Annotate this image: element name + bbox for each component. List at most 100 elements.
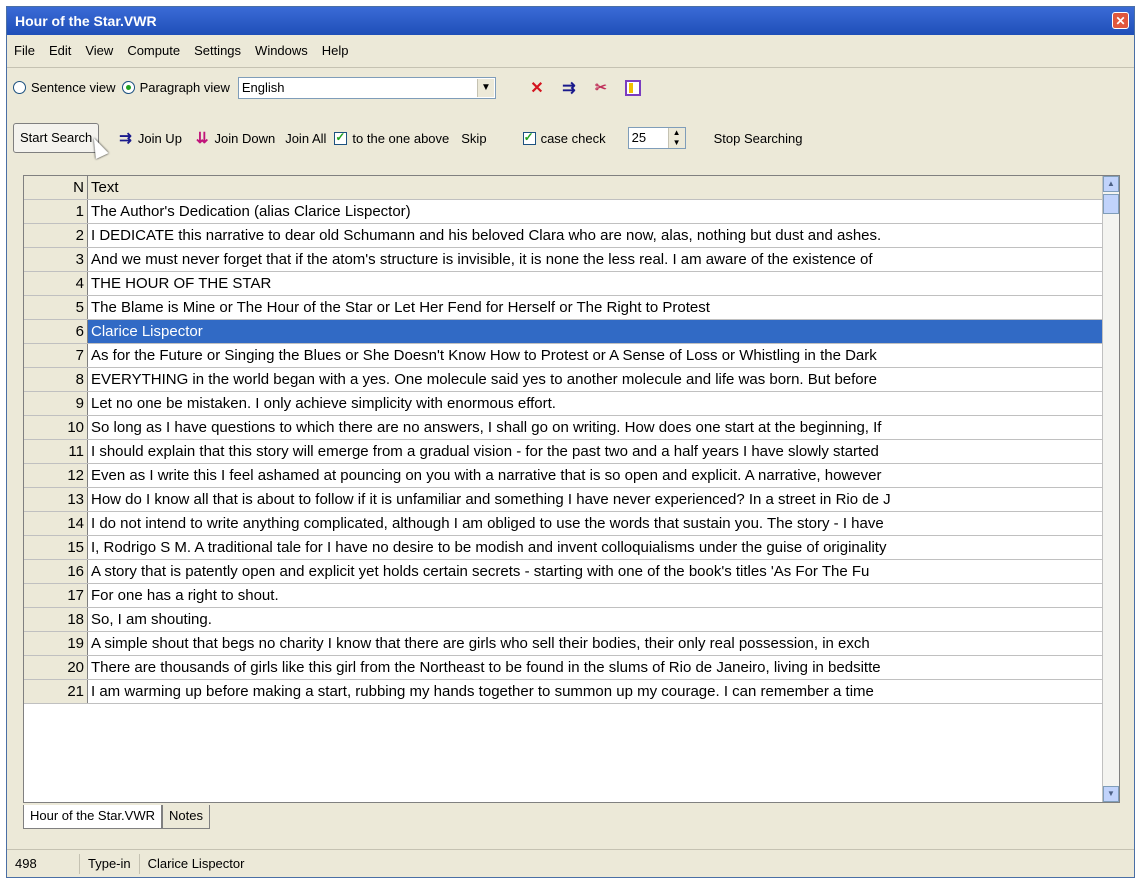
- threshold-stepper[interactable]: 25 ▲ ▼: [627, 127, 686, 149]
- table-row[interactable]: 17 For one has a right to shout.: [24, 584, 1104, 608]
- radio-circle[interactable]: [13, 81, 26, 94]
- language-select[interactable]: English ▼: [237, 76, 496, 99]
- row-number-cell[interactable]: 21: [24, 680, 88, 703]
- table-row[interactable]: 3 And we must never forget that if the at…: [24, 248, 1104, 272]
- menu-windows[interactable]: Windows: [248, 43, 315, 58]
- row-text-cell[interactable]: How do I know all that is about to follo…: [88, 488, 1104, 511]
- row-text-cell[interactable]: I do not intend to write anything compli…: [88, 512, 1104, 535]
- row-text-cell[interactable]: The Author's Dedication (alias Clarice L…: [88, 200, 1104, 223]
- row-text-cell[interactable]: So long as I have questions to which the…: [88, 416, 1104, 439]
- menu-view[interactable]: View: [78, 43, 120, 58]
- table-row[interactable]: 20 There are thousands of girls like this…: [24, 656, 1104, 680]
- row-number-cell[interactable]: 12: [24, 464, 88, 487]
- row-number-cell[interactable]: 18: [24, 608, 88, 631]
- stop-searching-action[interactable]: Stop Searching: [714, 131, 803, 146]
- header-text[interactable]: Text: [88, 176, 1104, 199]
- row-number-cell[interactable]: 2: [24, 224, 88, 247]
- row-text-cell[interactable]: The Blame is Mine or The Hour of the Sta…: [88, 296, 1104, 319]
- vertical-scrollbar[interactable]: ▲ ▼: [1102, 176, 1119, 802]
- row-text-cell[interactable]: THE HOUR OF THE STAR: [88, 272, 1104, 295]
- row-text-cell[interactable]: A story that is patently open and explic…: [88, 560, 1104, 583]
- to-one-above-checkbox[interactable]: to the one above: [334, 130, 449, 146]
- row-text-cell[interactable]: I am warming up before making a start, r…: [88, 680, 1104, 703]
- close-icon[interactable]: ✕: [1112, 12, 1129, 29]
- case-check-checkbox[interactable]: case check: [522, 130, 606, 146]
- chevron-down-icon[interactable]: ▼: [476, 78, 494, 97]
- table-row[interactable]: 5 The Blame is Mine or The Hour of the St…: [24, 296, 1104, 320]
- menu-help[interactable]: Help: [315, 43, 356, 58]
- row-number-cell[interactable]: 8: [24, 368, 88, 391]
- table-row[interactable]: 8 EVERYTHING in the world began with a ye…: [24, 368, 1104, 392]
- row-number-cell[interactable]: 6: [24, 320, 88, 343]
- row-text-cell[interactable]: For one has a right to shout.: [88, 584, 1104, 607]
- sentence-view-radio[interactable]: Sentence view: [13, 80, 116, 95]
- table-row[interactable]: 16 A story that is patently open and expl…: [24, 560, 1104, 584]
- cut-icon[interactable]: ✂: [590, 77, 612, 99]
- table-row[interactable]: 15 I, Rodrigo S M. A traditional tale for…: [24, 536, 1104, 560]
- row-text-cell[interactable]: So, I am shouting.: [88, 608, 1104, 631]
- table-row[interactable]: 4 THE HOUR OF THE STAR: [24, 272, 1104, 296]
- stepper-arrows-icon[interactable]: ▲ ▼: [667, 128, 685, 148]
- row-number-cell[interactable]: 14: [24, 512, 88, 535]
- row-number-cell[interactable]: 19: [24, 632, 88, 655]
- scroll-thumb[interactable]: [1103, 194, 1119, 214]
- tab-notes[interactable]: Notes: [162, 805, 210, 829]
- checkbox-box[interactable]: [522, 130, 536, 145]
- table-row[interactable]: 9 Let no one be mistaken. I only achieve …: [24, 392, 1104, 416]
- row-text-cell[interactable]: A simple shout that begs no charity I kn…: [88, 632, 1104, 655]
- row-number-cell[interactable]: 16: [24, 560, 88, 583]
- columns-icon[interactable]: [622, 77, 644, 99]
- table-row[interactable]: 11 I should explain that this story will …: [24, 440, 1104, 464]
- join-up-action[interactable]: ⇉ Join Up: [119, 129, 182, 147]
- row-text-cell[interactable]: And we must never forget that if the ato…: [88, 248, 1104, 271]
- menu-file[interactable]: File: [7, 43, 42, 58]
- row-text-cell[interactable]: I should explain that this story will em…: [88, 440, 1104, 463]
- row-number-cell[interactable]: 9: [24, 392, 88, 415]
- row-text-cell[interactable]: I, Rodrigo S M. A traditional tale for I…: [88, 536, 1104, 559]
- join-all-label[interactable]: Join All: [285, 131, 326, 146]
- row-text-cell[interactable]: EVERYTHING in the world began with a yes…: [88, 368, 1104, 391]
- table-row[interactable]: 19 A simple shout that begs no charity I …: [24, 632, 1104, 656]
- row-number-cell[interactable]: 15: [24, 536, 88, 559]
- row-number-cell[interactable]: 3: [24, 248, 88, 271]
- row-text-cell[interactable]: There are thousands of girls like this g…: [88, 656, 1104, 679]
- row-number-cell[interactable]: 7: [24, 344, 88, 367]
- row-number-cell[interactable]: 1: [24, 200, 88, 223]
- table-row[interactable]: 13 How do I know all that is about to fol…: [24, 488, 1104, 512]
- row-number-cell[interactable]: 11: [24, 440, 88, 463]
- row-number-cell[interactable]: 10: [24, 416, 88, 439]
- row-text-cell[interactable]: Even as I write this I feel ashamed at p…: [88, 464, 1104, 487]
- table-row[interactable]: 2I DEDICATE this narrative to dear old S…: [24, 224, 1104, 248]
- header-n[interactable]: N: [24, 176, 88, 199]
- table-row[interactable]: 10 So long as I have questions to which t…: [24, 416, 1104, 440]
- delete-x-icon[interactable]: ✕: [526, 77, 548, 99]
- row-text-cell[interactable]: As for the Future or Singing the Blues o…: [88, 344, 1104, 367]
- row-number-cell[interactable]: 5: [24, 296, 88, 319]
- start-search-button[interactable]: Start Search: [13, 123, 100, 153]
- menu-settings[interactable]: Settings: [187, 43, 248, 58]
- paragraph-view-radio[interactable]: Paragraph view: [121, 80, 230, 95]
- skip-action[interactable]: Skip: [461, 131, 486, 146]
- row-text-cell[interactable]: Clarice Lispector: [88, 320, 1104, 343]
- scroll-down-icon[interactable]: ▼: [1103, 786, 1119, 802]
- table-row[interactable]: 21 I am warming up before making a start,…: [24, 680, 1104, 704]
- row-text-cell[interactable]: Let no one be mistaken. I only achieve s…: [88, 392, 1104, 415]
- row-text-cell[interactable]: I DEDICATE this narrative to dear old Sc…: [88, 224, 1104, 247]
- row-number-cell[interactable]: 20: [24, 656, 88, 679]
- table-row[interactable]: 18 So, I am shouting.: [24, 608, 1104, 632]
- table-row[interactable]: 12 Even as I write this I feel ashamed at…: [24, 464, 1104, 488]
- tab-hour-of-the-star[interactable]: Hour of the Star.VWR: [23, 805, 162, 829]
- table-row[interactable]: 7 As for the Future or Singing the Blues …: [24, 344, 1104, 368]
- join-up-icon[interactable]: ⇉: [558, 77, 580, 99]
- table-row[interactable]: 6 Clarice Lispector: [24, 320, 1104, 344]
- menu-compute[interactable]: Compute: [120, 43, 187, 58]
- table-row[interactable]: 1 The Author's Dedication (alias Clarice …: [24, 200, 1104, 224]
- table-row[interactable]: 14 I do not intend to write anything comp…: [24, 512, 1104, 536]
- row-number-cell[interactable]: 13: [24, 488, 88, 511]
- radio-circle[interactable]: [121, 81, 135, 94]
- checkbox-box[interactable]: [334, 130, 348, 145]
- scroll-up-icon[interactable]: ▲: [1103, 176, 1119, 192]
- row-number-cell[interactable]: 17: [24, 584, 88, 607]
- row-number-cell[interactable]: 4: [24, 272, 88, 295]
- join-down-action[interactable]: ⇊ Join Down: [196, 129, 275, 147]
